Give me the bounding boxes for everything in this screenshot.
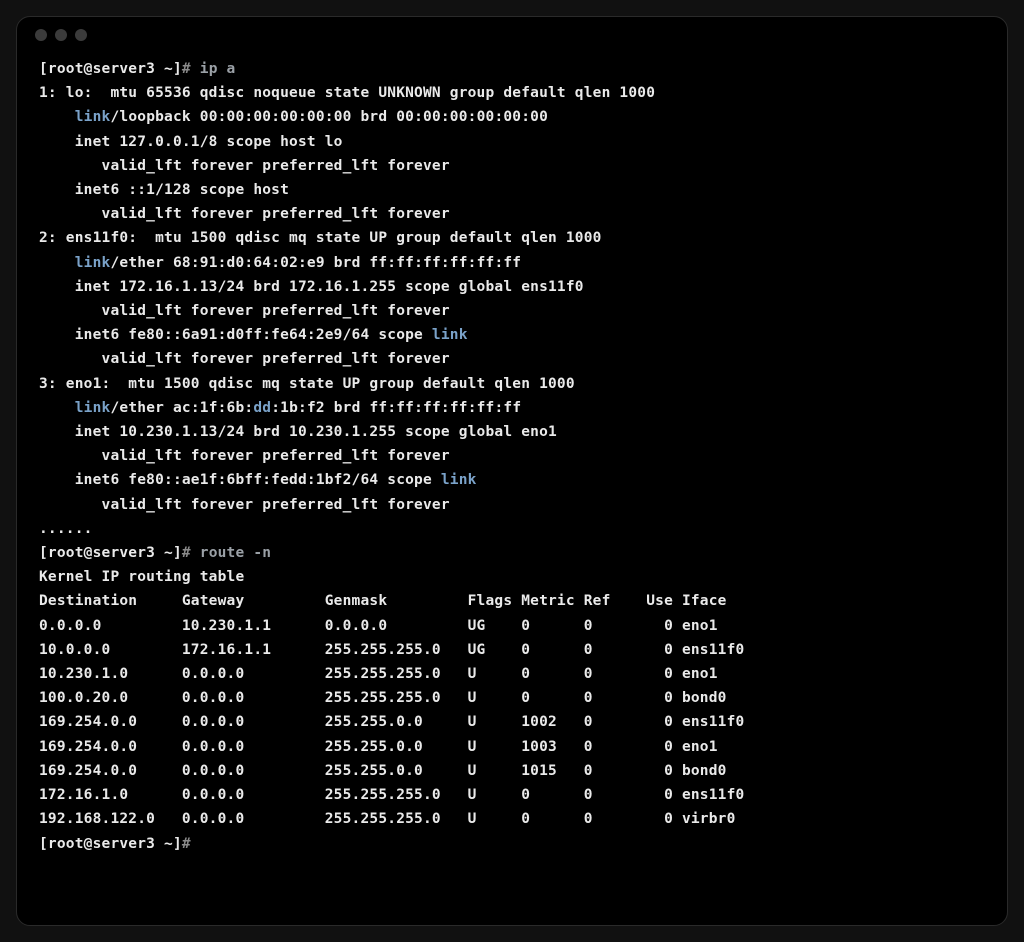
output-line: inet 172.16.1.13/24 brd 172.16.1.255 sco… xyxy=(39,275,985,299)
route-header: Destination Gateway Genmask Flags Metric… xyxy=(39,589,985,613)
link-keyword: link xyxy=(75,255,111,271)
route-row: 169.254.0.0 0.0.0.0 255.255.0.0 U 1015 0… xyxy=(39,759,985,783)
route-row: 192.168.122.0 0.0.0.0 255.255.255.0 U 0 … xyxy=(39,807,985,831)
prompt-prefix: [root@server3 ~] xyxy=(39,836,182,852)
prompt-prefix: [root@server3 ~] xyxy=(39,545,182,561)
output-line: inet6 fe80::6a91:d0ff:fe64:2e9/64 scope … xyxy=(39,323,985,347)
output-line: link/ether ac:1f:6b:dd:1b:f2 brd ff:ff:f… xyxy=(39,396,985,420)
output-line: valid_lft forever preferred_lft forever xyxy=(39,299,985,323)
output-line: inet 127.0.0.1/8 scope host lo xyxy=(39,130,985,154)
output-line: valid_lft forever preferred_lft forever xyxy=(39,347,985,371)
prompt-hash: # xyxy=(182,545,191,561)
traffic-light-zoom-icon[interactable] xyxy=(75,29,87,41)
route-row: 172.16.1.0 0.0.0.0 255.255.255.0 U 0 0 0… xyxy=(39,783,985,807)
prompt-line-2: [root@server3 ~]# route -n xyxy=(39,541,985,565)
output-line: inet 10.230.1.13/24 brd 10.230.1.255 sco… xyxy=(39,420,985,444)
prompt-hash: # xyxy=(182,61,191,77)
prompt-line-3: [root@server3 ~]# xyxy=(39,832,985,856)
prompt-prefix: [root@server3 ~] xyxy=(39,61,182,77)
terminal-window: [root@server3 ~]# ip a1: lo: mtu 65536 q… xyxy=(16,16,1008,926)
link-keyword: link xyxy=(441,472,477,488)
output-line: valid_lft forever preferred_lft forever xyxy=(39,154,985,178)
route-row: 169.254.0.0 0.0.0.0 255.255.0.0 U 1002 0… xyxy=(39,710,985,734)
command-text: route -n xyxy=(191,545,271,561)
terminal-output[interactable]: [root@server3 ~]# ip a1: lo: mtu 65536 q… xyxy=(17,53,1007,878)
output-line: 3: eno1: mtu 1500 qdisc mq state UP grou… xyxy=(39,372,985,396)
output-line: link/loopback 00:00:00:00:00:00 brd 00:0… xyxy=(39,105,985,129)
output-line: 2: ens11f0: mtu 1500 qdisc mq state UP g… xyxy=(39,226,985,250)
output-line: link/ether 68:91:d0:64:02:e9 brd ff:ff:f… xyxy=(39,251,985,275)
route-row: 0.0.0.0 10.230.1.1 0.0.0.0 UG 0 0 0 eno1 xyxy=(39,614,985,638)
link-keyword: link xyxy=(75,400,111,416)
route-row: 10.230.1.0 0.0.0.0 255.255.255.0 U 0 0 0… xyxy=(39,662,985,686)
output-line: valid_lft forever preferred_lft forever xyxy=(39,202,985,226)
link-keyword: link xyxy=(432,327,468,343)
output-line: 1: lo: mtu 65536 qdisc noqueue state UNK… xyxy=(39,81,985,105)
route-row: 10.0.0.0 172.16.1.1 255.255.255.0 UG 0 0… xyxy=(39,638,985,662)
output-line: valid_lft forever preferred_lft forever xyxy=(39,444,985,468)
output-ellipsis: ...... xyxy=(39,517,985,541)
route-row: 100.0.20.0 0.0.0.0 255.255.255.0 U 0 0 0… xyxy=(39,686,985,710)
prompt-line-1: [root@server3 ~]# ip a xyxy=(39,57,985,81)
output-line: valid_lft forever preferred_lft forever xyxy=(39,493,985,517)
route-row: 169.254.0.0 0.0.0.0 255.255.0.0 U 1003 0… xyxy=(39,735,985,759)
prompt-hash: # xyxy=(182,836,191,852)
command-text: ip a xyxy=(191,61,236,77)
output-line: inet6 ::1/128 scope host xyxy=(39,178,985,202)
route-title: Kernel IP routing table xyxy=(39,565,985,589)
traffic-light-minimize-icon[interactable] xyxy=(55,29,67,41)
traffic-light-close-icon[interactable] xyxy=(35,29,47,41)
dd-keyword: dd xyxy=(253,400,271,416)
output-line: inet6 fe80::ae1f:6bff:fedd:1bf2/64 scope… xyxy=(39,468,985,492)
link-keyword: link xyxy=(75,109,111,125)
window-titlebar xyxy=(17,17,1007,53)
